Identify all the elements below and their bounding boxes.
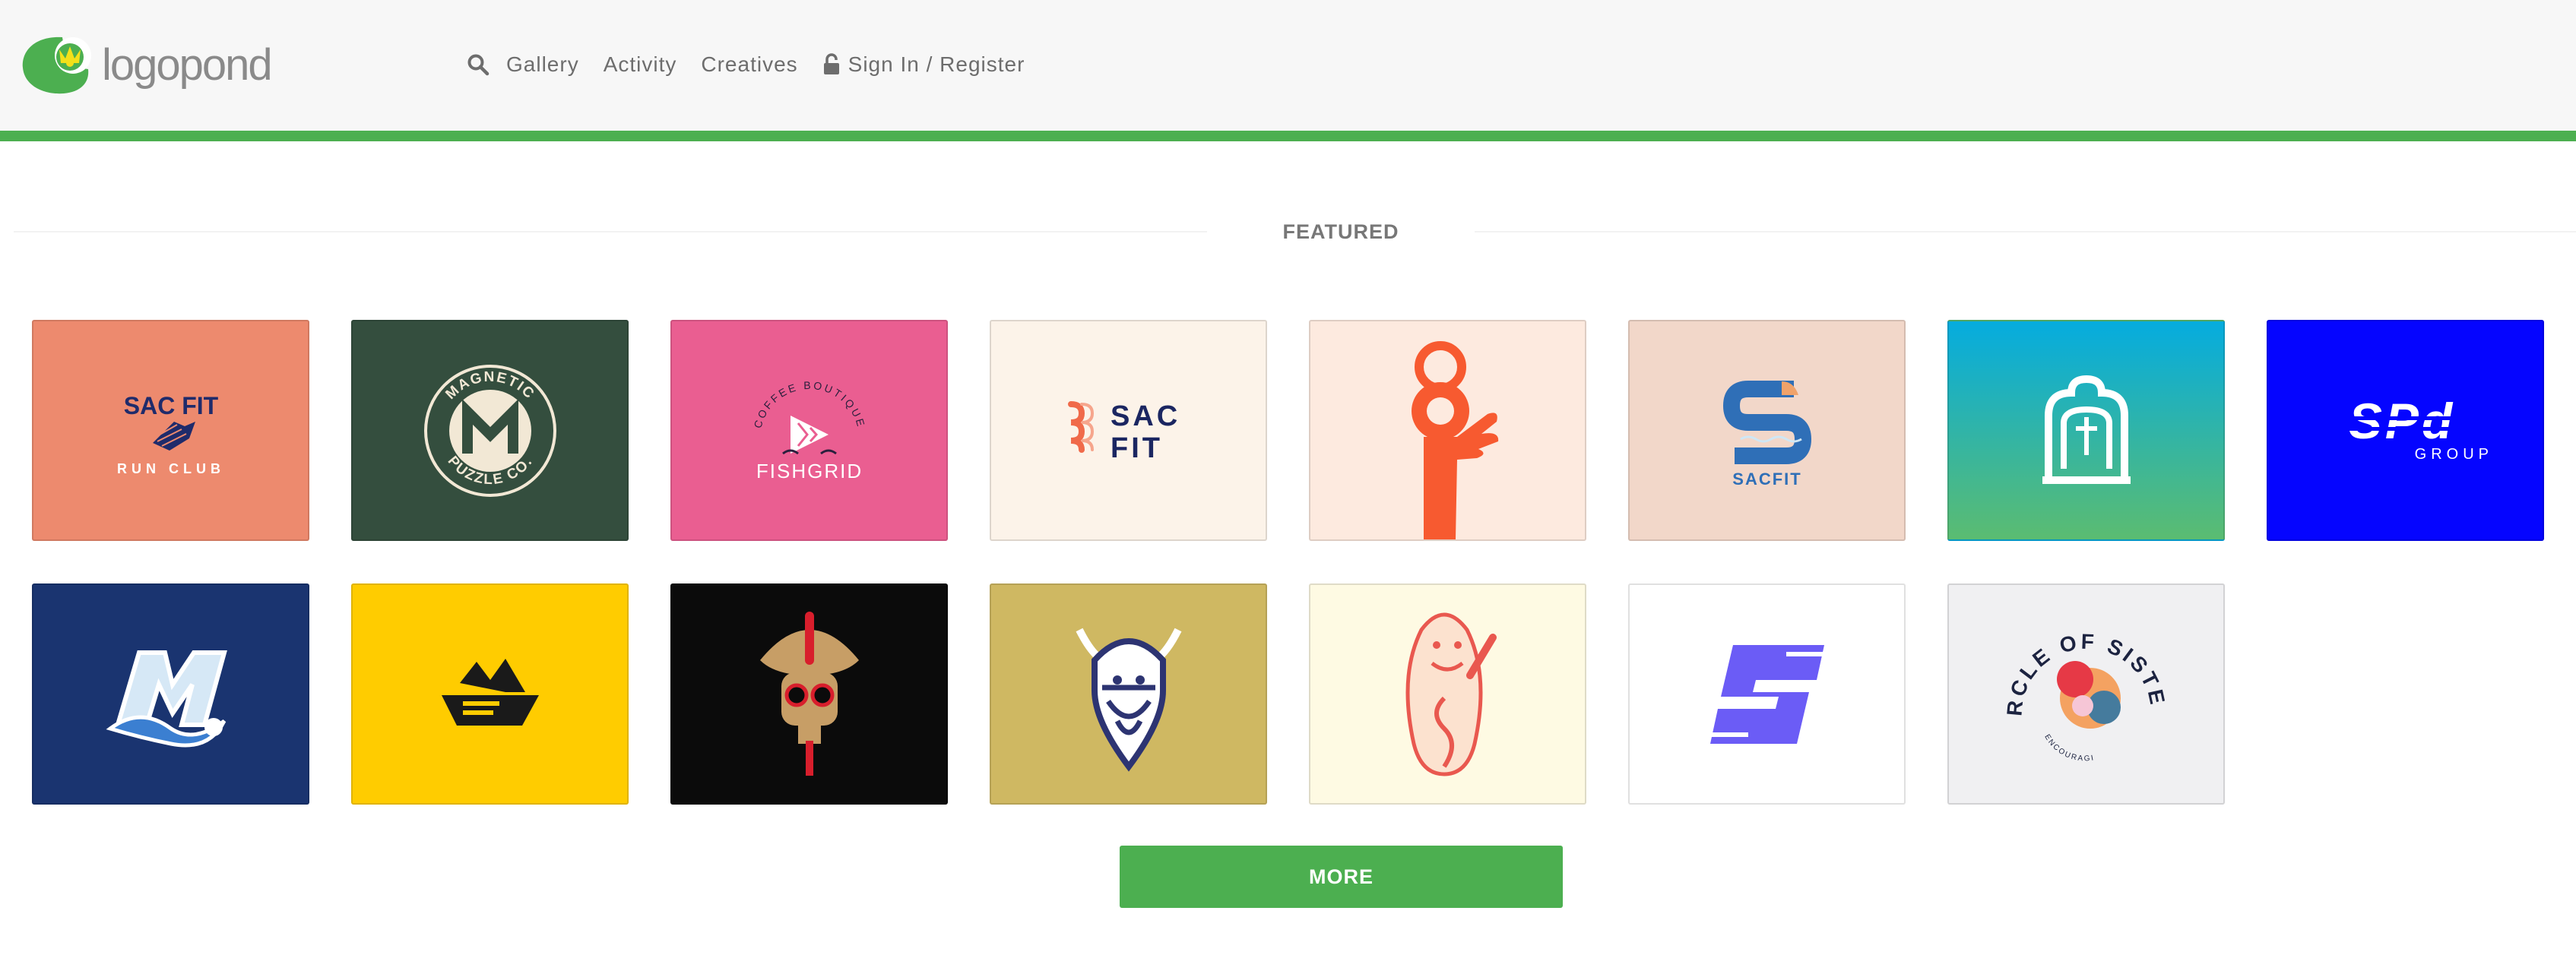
logo-tile-hand-ring[interactable] [1309, 320, 1586, 541]
nav-activity-link[interactable]: Activity [604, 52, 677, 77]
more-button[interactable]: MORE [1120, 846, 1563, 908]
nav-sign-in-link[interactable]: Sign In / Register [822, 52, 1025, 77]
logo-wordmark: logopond [102, 40, 273, 90]
main-nav: Gallery Activity Creatives Sign In / Reg… [467, 46, 1049, 84]
fishgrid-logo: COFFEE BOUTIQUE FISHGRID [751, 378, 867, 482]
m-wave-logo [106, 650, 227, 747]
logo-tile-sac-fit-wave[interactable]: SAC FIT [990, 320, 1267, 541]
logo-tile-circle-of-sisters[interactable]: CIRCLE OF SISTERS ENCOURAGING [1947, 583, 2225, 805]
tile-text: RUN CLUB [117, 461, 225, 476]
search-icon[interactable] [467, 53, 490, 76]
featured-logo-grid: SAC FIT RUN CLUB MAGNETIC PUZZLE CO. COF… [32, 320, 2544, 805]
logo-tile-magnetic-puzzle-co[interactable]: MAGNETIC PUZZLE CO. [351, 320, 629, 541]
purple-s-logo [1709, 644, 1824, 744]
tile-text: SAC [1111, 400, 1180, 432]
magnetic-puzzle-logo: MAGNETIC PUZZLE CO. [423, 364, 556, 497]
tile-text: COFFEE BOUTIQUE [751, 378, 865, 429]
sign-in-label: Sign In / Register [848, 52, 1025, 76]
circle-of-sisters-logo: CIRCLE OF SISTERS ENCOURAGING [1999, 607, 2167, 764]
lily-pad-logo-icon [22, 36, 91, 94]
divider-right [1475, 231, 2576, 232]
hot-dog-logo [1405, 612, 1497, 776]
logo-tile-fishgrid[interactable]: COFFEE BOUTIQUE FISHGRID [670, 320, 948, 541]
logo-tile-sacfit-s[interactable]: SACFIT [1628, 320, 1906, 541]
tile-text: GROUP [2414, 446, 2492, 463]
logo-tile-sac-fit-run-club[interactable]: SAC FIT RUN CLUB [32, 320, 309, 541]
svg-text:COFFEE BOUTIQUE: COFFEE BOUTIQUE [751, 378, 867, 429]
spd-group-logo: SPd GROUP [2310, 397, 2493, 463]
tile-text: FIT [1111, 432, 1163, 464]
featured-title: FEATURED [1282, 220, 1399, 243]
gravestone-logo [2042, 375, 2131, 484]
nav-creatives-link[interactable]: Creatives [701, 52, 797, 77]
tile-text: SPd [2348, 397, 2454, 449]
robot-skull-logo [759, 611, 859, 776]
viking-logo [1076, 628, 1181, 772]
featured-section-heading: FEATURED [0, 220, 2576, 251]
logo-tile-boat[interactable] [351, 583, 629, 805]
logo-tile-robot-skull[interactable] [670, 583, 948, 805]
logo-tile-viking[interactable] [990, 583, 1267, 805]
logo-tile-spd-group[interactable]: SPd GROUP [2267, 320, 2544, 541]
sacfit-s-logo: SACFIT [1722, 380, 1811, 488]
logo-tile-gravestone[interactable] [1947, 320, 2225, 541]
nav-gallery-link[interactable]: Gallery [506, 52, 579, 77]
site-header: logopond Gallery Activity Creatives Sign… [0, 0, 2576, 141]
logo-tile-purple-s[interactable] [1628, 583, 1906, 805]
divider-left [14, 231, 1207, 232]
logopond-logo[interactable]: logopond [20, 30, 278, 99]
lock-icon [823, 53, 839, 74]
tile-text: FISHGRID [756, 460, 862, 482]
logo-tile-m-wave[interactable] [32, 583, 309, 805]
sac-fit-run-club-logo: SAC FIT RUN CLUB [117, 392, 225, 476]
tile-text: SAC FIT [123, 392, 218, 419]
tile-text: SACFIT [1732, 470, 1801, 488]
boat-logo [441, 658, 539, 726]
hand-ring-logo [1411, 341, 1498, 539]
sac-fit-wave-logo: SAC FIT [1067, 400, 1180, 464]
logo-tile-hot-dog[interactable] [1309, 583, 1586, 805]
